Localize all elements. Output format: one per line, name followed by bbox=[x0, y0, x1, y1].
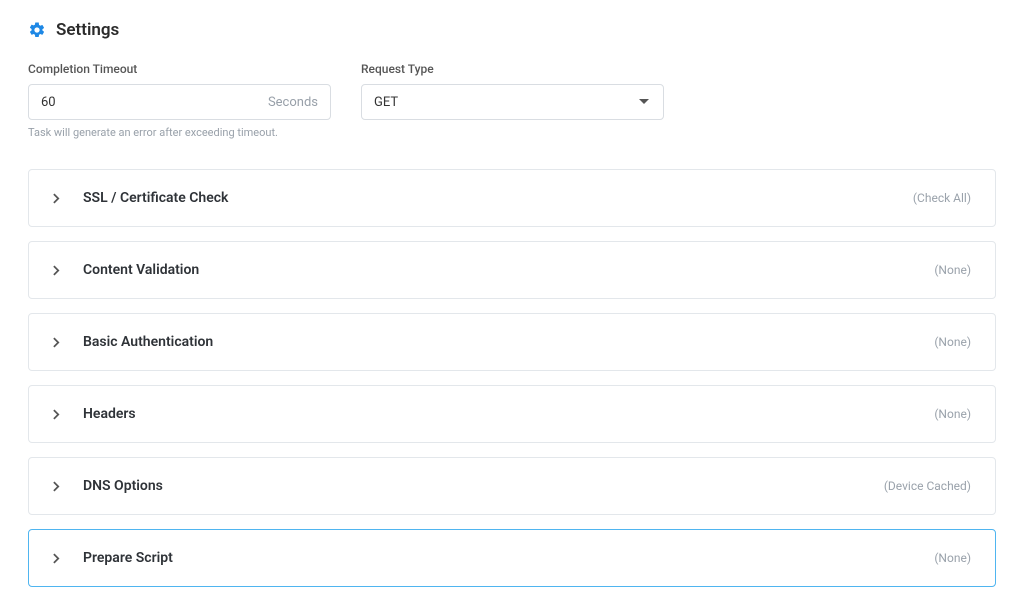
accordion-title: Headers bbox=[83, 406, 934, 422]
accordion-status: (Check All) bbox=[913, 191, 971, 205]
completion-timeout-helper: Task will generate an error after exceed… bbox=[28, 126, 331, 139]
accordion-status: (Device Cached) bbox=[884, 479, 971, 493]
request-type-value: GET bbox=[362, 95, 639, 110]
accordion-title: Prepare Script bbox=[83, 550, 934, 566]
completion-timeout-suffix: Seconds bbox=[268, 95, 330, 110]
accordion-title: SSL / Certificate Check bbox=[83, 190, 913, 206]
accordion-title: Content Validation bbox=[83, 262, 934, 278]
completion-timeout-label: Completion Timeout bbox=[28, 62, 331, 76]
accordion-status: (None) bbox=[934, 407, 971, 421]
caret-down-icon bbox=[639, 99, 663, 105]
accordion-item[interactable]: Content Validation(None) bbox=[28, 241, 996, 299]
chevron-right-icon bbox=[53, 192, 65, 204]
chevron-right-icon bbox=[53, 264, 65, 276]
page-title: Settings bbox=[56, 20, 119, 40]
settings-accordion: SSL / Certificate Check(Check All) Conten… bbox=[28, 169, 996, 587]
chevron-right-icon bbox=[53, 408, 65, 420]
accordion-status: (None) bbox=[934, 263, 971, 277]
accordion-item[interactable]: Prepare Script(None) bbox=[28, 529, 996, 587]
completion-timeout-input[interactable] bbox=[29, 95, 268, 110]
accordion-item[interactable]: Basic Authentication(None) bbox=[28, 313, 996, 371]
request-type-field: Request Type GET bbox=[361, 62, 664, 120]
chevron-right-icon bbox=[53, 480, 65, 492]
accordion-item[interactable]: Headers(None) bbox=[28, 385, 996, 443]
accordion-item[interactable]: DNS Options(Device Cached) bbox=[28, 457, 996, 515]
accordion-title: Basic Authentication bbox=[83, 334, 934, 350]
request-type-label: Request Type bbox=[361, 62, 664, 76]
request-type-select[interactable]: GET bbox=[361, 84, 664, 120]
completion-timeout-field: Completion Timeout Seconds Task will gen… bbox=[28, 62, 331, 139]
gear-icon bbox=[28, 21, 46, 39]
settings-header: Settings bbox=[28, 20, 996, 40]
accordion-item[interactable]: SSL / Certificate Check(Check All) bbox=[28, 169, 996, 227]
accordion-status: (None) bbox=[934, 551, 971, 565]
chevron-right-icon bbox=[53, 336, 65, 348]
completion-timeout-input-wrap[interactable]: Seconds bbox=[28, 84, 331, 120]
accordion-title: DNS Options bbox=[83, 478, 884, 494]
form-row: Completion Timeout Seconds Task will gen… bbox=[28, 62, 996, 139]
accordion-status: (None) bbox=[934, 335, 971, 349]
chevron-right-icon bbox=[53, 552, 65, 564]
